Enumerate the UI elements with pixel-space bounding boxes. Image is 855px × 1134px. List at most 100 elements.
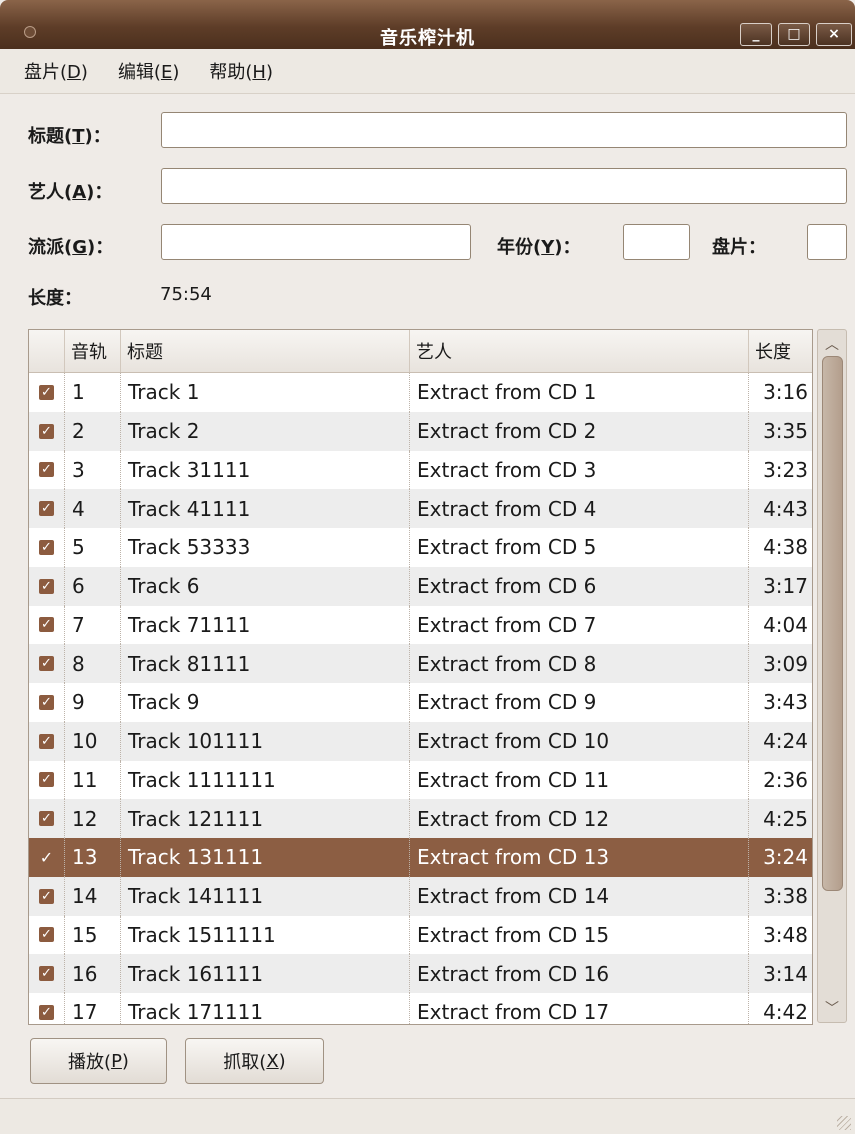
table-row[interactable]: ✓ 7 Track 71111 Extract from CD 7 4:04 [29, 605, 812, 645]
header-artist[interactable]: 艺人 [409, 330, 748, 372]
track-title: Track 81111 [120, 644, 409, 683]
checkmark-icon[interactable]: ✓ [39, 1004, 54, 1020]
checkmark-icon[interactable]: ✓ [39, 927, 54, 943]
header-title[interactable]: 标题 [120, 330, 409, 372]
title-bar[interactable]: 音乐榨汁机 _ □ × [0, 0, 855, 49]
track-checkbox-cell[interactable]: ✓ [29, 877, 64, 916]
track-checkbox-cell[interactable]: ✓ [29, 993, 64, 1024]
track-artist: Extract from CD 14 [409, 876, 748, 916]
status-bar [0, 1098, 855, 1134]
track-title: Track 101111 [120, 721, 409, 761]
artist-label: 艺人(A)： [28, 182, 113, 203]
checkmark-icon[interactable]: ✓ [39, 617, 54, 633]
track-checkbox-cell[interactable]: ✓ [29, 799, 64, 838]
total-length-value: 75:54 [160, 284, 212, 305]
checkmark-icon[interactable]: ✓ [39, 772, 54, 788]
year-input[interactable] [623, 224, 690, 260]
track-number: 1 [64, 373, 120, 412]
track-title: Track 171111 [120, 993, 409, 1024]
track-checkbox-cell[interactable]: ✓ [29, 644, 64, 683]
resize-grip-icon[interactable] [837, 1116, 851, 1130]
checkmark-icon[interactable]: ✓ [39, 733, 54, 749]
table-row[interactable]: ✓ 9 Track 9 Extract from CD 9 3:43 [29, 683, 812, 722]
checkmark-icon[interactable]: ✓ [39, 966, 54, 982]
track-checkbox-cell[interactable]: ✓ [29, 489, 64, 528]
chevron-down-icon[interactable]: ﹀ [818, 998, 846, 1018]
table-row[interactable]: ✓ 3 Track 31111 Extract from CD 3 3:23 [29, 450, 812, 490]
table-row[interactable]: ✓ 17 Track 171111 Extract from CD 17 4:42 [29, 993, 812, 1024]
table-row[interactable]: ✓ 10 Track 101111 Extract from CD 10 4:24 [29, 721, 812, 761]
table-row[interactable]: ✓ 13 Track 131111 Extract from CD 13 3:24 [29, 838, 812, 877]
checkmark-icon[interactable]: ✓ [39, 501, 54, 517]
checkmark-icon[interactable]: ✓ [39, 578, 54, 594]
menu-disc[interactable]: 盘片(D) [20, 58, 92, 84]
play-button[interactable]: 播放(P) [30, 1038, 167, 1084]
track-checkbox-cell[interactable]: ✓ [29, 451, 64, 490]
table-row[interactable]: ✓ 16 Track 161111 Extract from CD 16 3:14 [29, 954, 812, 993]
track-checkbox-cell[interactable]: ✓ [29, 683, 64, 722]
album-title-input[interactable] [161, 112, 847, 148]
track-checkbox-cell[interactable]: ✓ [29, 567, 64, 606]
vertical-scrollbar[interactable]: ︿ ﹀ [817, 329, 847, 1023]
track-length: 4:38 [748, 528, 812, 567]
track-checkbox-cell[interactable]: ✓ [29, 954, 64, 993]
table-row[interactable]: ✓ 6 Track 6 Extract from CD 6 3:17 [29, 566, 812, 606]
track-number: 15 [64, 915, 120, 955]
track-checkbox-cell[interactable]: ✓ [29, 722, 64, 761]
track-list-header: 音轨 标题 艺人 长度 [29, 330, 812, 373]
table-row[interactable]: ✓ 5 Track 53333 Extract from CD 5 4:38 [29, 528, 812, 567]
track-length: 3:14 [748, 954, 812, 993]
table-row[interactable]: ✓ 4 Track 41111 Extract from CD 4 4:43 [29, 489, 812, 528]
checkmark-icon[interactable]: ✓ [39, 423, 54, 439]
genre-input[interactable] [161, 224, 471, 260]
track-length: 4:42 [748, 993, 812, 1024]
track-number: 10 [64, 721, 120, 761]
header-length[interactable]: 长度 [748, 330, 812, 372]
menu-edit[interactable]: 编辑(E) [114, 58, 183, 84]
maximize-button[interactable]: □ [778, 23, 810, 46]
checkmark-icon[interactable]: ✓ [39, 539, 54, 555]
track-number: 9 [64, 683, 120, 722]
track-rows: ✓ 1 Track 1 Extract from CD 1 3:16 ✓ 2 Track 2E… [29, 373, 812, 1024]
track-checkbox-cell[interactable]: ✓ [29, 412, 64, 451]
track-checkbox-cell[interactable]: ✓ [29, 528, 64, 567]
extract-button[interactable]: 抓取(X) [185, 1038, 324, 1084]
track-checkbox-cell[interactable]: ✓ [29, 761, 64, 800]
artist-input[interactable] [161, 168, 847, 204]
disc-number-input[interactable] [807, 224, 847, 260]
track-checkbox-cell[interactable]: ✓ [29, 373, 64, 412]
close-button[interactable]: × [816, 23, 852, 46]
table-row[interactable]: ✓ 1 Track 1 Extract from CD 1 3:16 [29, 373, 812, 412]
checkmark-icon[interactable]: ✓ [39, 811, 54, 827]
track-artist: Extract from CD 5 [409, 528, 748, 567]
table-row[interactable]: ✓ 11 Track 1111111 Extract from CD 11 2:36 [29, 760, 812, 800]
track-length: 4:25 [748, 799, 812, 838]
track-title: Track 71111 [120, 605, 409, 645]
track-title: Track 53333 [120, 528, 409, 567]
checkmark-icon[interactable]: ✓ [39, 656, 54, 672]
track-checkbox-cell[interactable]: ✓ [29, 916, 64, 955]
table-row[interactable]: ✓ 2 Track 2 Extract from CD 2 3:35 [29, 411, 812, 451]
header-track-number[interactable]: 音轨 [64, 330, 120, 372]
menu-help[interactable]: 帮助(H) [205, 58, 277, 84]
table-row[interactable]: ✓ 15 Track 1511111 Extract from CD 15 3:48 [29, 915, 812, 955]
track-artist: Extract from CD 11 [409, 760, 748, 800]
track-number: 14 [64, 876, 120, 916]
checkmark-icon[interactable]: ✓ [39, 384, 54, 400]
checkmark-icon[interactable]: ✓ [39, 849, 54, 865]
checkmark-icon[interactable]: ✓ [39, 462, 54, 478]
header-checkbox-column[interactable] [29, 330, 64, 372]
checkmark-icon[interactable]: ✓ [39, 888, 54, 904]
scrollbar-thumb[interactable] [822, 356, 843, 891]
track-length: 3:48 [748, 915, 812, 955]
track-checkbox-cell[interactable]: ✓ [29, 838, 64, 877]
track-number: 3 [64, 450, 120, 490]
track-list[interactable]: 音轨 标题 艺人 长度 ✓ 1 Track 1 Extract from CD 1 3:… [28, 329, 813, 1025]
table-row[interactable]: ✓ 8 Track 81111 Extract from CD 8 3:09 [29, 644, 812, 683]
track-checkbox-cell[interactable]: ✓ [29, 606, 64, 645]
checkmark-icon[interactable]: ✓ [39, 694, 54, 710]
minimize-button[interactable]: _ [740, 23, 772, 46]
chevron-up-icon[interactable]: ︿ [818, 334, 846, 354]
table-row[interactable]: ✓ 12 Track 121111 Extract from CD 12 4:25 [29, 799, 812, 838]
table-row[interactable]: ✓ 14 Track 141111 Extract from CD 14 3:38 [29, 876, 812, 916]
